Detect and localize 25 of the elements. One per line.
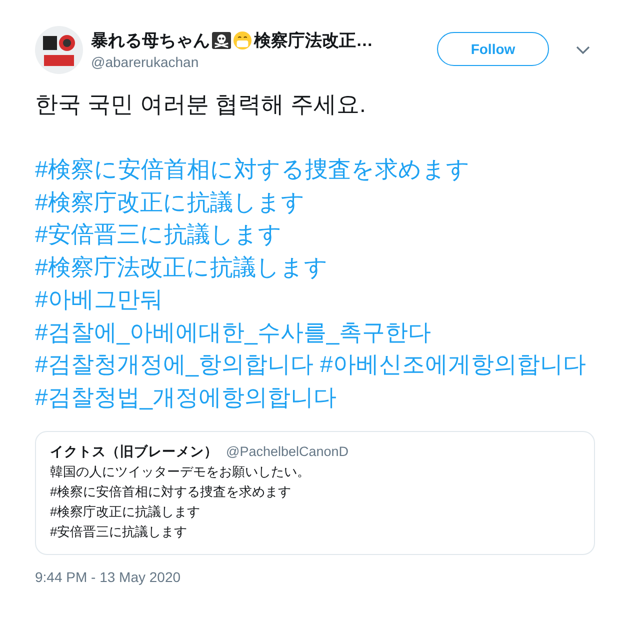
author-name-suffix[interactable]: 検察庁法改正… (254, 29, 373, 52)
author-handle[interactable]: @abarerukachan (91, 54, 429, 70)
quoted-tweet-line: #安倍晋三に抗議します (50, 523, 188, 541)
hashtag-link[interactable]: #검찰청법_개정에항의합니다 (35, 384, 337, 410)
author-name[interactable]: 暴れる母ちゃん (91, 29, 210, 52)
hashtag-link[interactable]: #検察庁改正に抗議します (35, 188, 305, 214)
quoted-author-handle: @PachelbelCanonD (226, 443, 349, 461)
hashtag-link[interactable]: #검찰청개정에_항의합니다 (35, 351, 314, 377)
hashtag-link[interactable]: #아베그만둬 (35, 286, 163, 312)
tweet-timestamp[interactable]: 9:44 PM - 13 May 2020 (35, 569, 181, 585)
skull-icon (212, 31, 231, 50)
hashtag-link[interactable]: #検察庁法改正に抗議します (35, 254, 328, 280)
hashtag-link[interactable]: #검찰에_아베에대한_수사를_촉구한다 (35, 318, 432, 344)
avatar-icon[interactable] (35, 26, 83, 74)
hashtag-link[interactable]: #安倍晋三に抗議します (35, 221, 282, 247)
quoted-tweet-card[interactable]: イクトス（旧ブレーメン） @PachelbelCanonD 韓国の人にツイッターデモをお願いしたい。 #検察に安倍首相に対する捜査を求めます #検察庁改正に抗議します #安倍晋三に抗議します (35, 431, 595, 555)
quoted-tweet-line: #検察庁改正に抗議します (50, 503, 202, 521)
quoted-tweet-line: 韓国の人にツイッターデモをお願いしたい。 (50, 463, 311, 481)
quoted-author-name: イクトス（旧ブレーメン） (50, 443, 218, 461)
hashtag-link[interactable]: #아베신조에게항의합니다 (320, 351, 586, 377)
mask-face-icon (233, 31, 252, 50)
tweet-text: 한국 국민 여러분 협력해 주세요. (35, 90, 367, 119)
hashtag-link[interactable]: #検察に安倍首相に対する捜査を求めます (35, 156, 470, 182)
quoted-tweet-line: #検察に安倍首相に対する捜査を求めます (50, 483, 292, 501)
follow-button[interactable]: Follow (437, 32, 549, 66)
